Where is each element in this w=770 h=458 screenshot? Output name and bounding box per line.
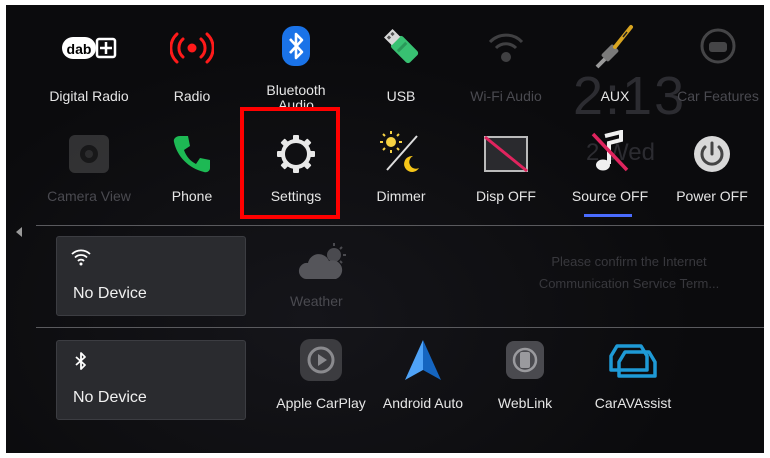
- head-unit-screen: 2:13 2 Wed Please confirm the Internet C…: [6, 5, 764, 453]
- wifi-device-widget[interactable]: No Device: [56, 236, 246, 316]
- display-off-icon: [458, 129, 554, 179]
- tile-car-features[interactable]: Car Features: [670, 11, 764, 104]
- bt-device-widget[interactable]: No Device: [56, 340, 246, 420]
- app-label: Apple CarPlay: [276, 395, 366, 411]
- source-selected-indicator: [584, 214, 632, 217]
- tile-power-off[interactable]: Power OFF: [664, 115, 760, 205]
- wifi-icon: [71, 247, 91, 267]
- weather-label[interactable]: Weather: [290, 293, 343, 309]
- wifi-audio-icon: [458, 23, 554, 73]
- camera-icon: [41, 129, 137, 179]
- tile-label: Radio: [173, 88, 211, 104]
- wifi-device-status: No Device: [73, 285, 147, 302]
- divider-lower: [36, 327, 764, 328]
- tile-wifi-audio[interactable]: Wi-Fi Audio: [458, 11, 554, 104]
- app-label: CarAVAssist: [594, 395, 672, 411]
- app-weblink[interactable]: WebLink: [470, 337, 580, 417]
- bt-device-status: No Device: [73, 389, 147, 406]
- usb-stick-icon: [353, 21, 449, 71]
- tile-label: Dimmer: [376, 188, 426, 204]
- tile-usb[interactable]: USB: [353, 11, 449, 104]
- dab-icon: dab: [41, 23, 137, 73]
- svg-text:dab: dab: [67, 41, 92, 57]
- app-apple-carplay[interactable]: Apple CarPlay: [266, 337, 376, 417]
- chevron-left-icon[interactable]: [16, 227, 22, 237]
- tile-dimmer[interactable]: Dimmer: [353, 115, 449, 205]
- settings-highlight-box: [240, 107, 340, 219]
- tile-digital-radio[interactable]: dab Digital Radio: [41, 11, 137, 104]
- divider-upper: [36, 225, 764, 226]
- tile-camera-view[interactable]: Camera View: [41, 115, 137, 205]
- tile-label: Power OFF: [676, 188, 748, 204]
- weblink-icon: [470, 337, 580, 383]
- tile-bluetooth-audio[interactable]: Bluetooth Audio: [248, 11, 344, 113]
- app-android-auto[interactable]: Android Auto: [368, 337, 478, 417]
- tile-radio[interactable]: Radio: [144, 11, 240, 104]
- dimmer-icon: [353, 127, 449, 177]
- tile-label: Car Features: [677, 88, 759, 104]
- tile-phone[interactable]: Phone: [144, 115, 240, 205]
- tile-label: Camera View: [47, 188, 131, 204]
- tile-source-off[interactable]: Source OFF: [562, 115, 658, 205]
- tile-label: Wi-Fi Audio: [470, 88, 542, 104]
- carplay-icon: [266, 337, 376, 383]
- tile-label: Digital Radio: [49, 88, 129, 104]
- radio-waves-icon: [144, 23, 240, 73]
- android-auto-icon: [368, 337, 478, 383]
- phone-icon: [144, 129, 240, 179]
- bluetooth-small-icon: [71, 351, 91, 371]
- aux-cable-icon: [567, 21, 663, 71]
- tile-label: Disp OFF: [476, 188, 536, 204]
- tile-label: Source OFF: [571, 188, 649, 204]
- bluetooth-icon: [248, 21, 344, 71]
- app-caravassist[interactable]: CarAVAssist: [578, 337, 688, 417]
- tile-disp-off[interactable]: Disp OFF: [458, 115, 554, 205]
- music-off-icon: [562, 127, 658, 177]
- internet-terms-notice[interactable]: Please confirm the Internet Communicatio…: [514, 251, 744, 295]
- tile-label: AUX: [600, 88, 630, 104]
- car-features-icon: [670, 21, 764, 71]
- tile-label: Phone: [171, 188, 213, 204]
- app-label: WebLink: [497, 395, 553, 411]
- caravassist-icon: [578, 337, 688, 383]
- app-label: Android Auto: [382, 395, 464, 411]
- weather-cloud-icon: [296, 243, 356, 287]
- tile-label: USB: [386, 88, 416, 104]
- tile-aux[interactable]: AUX: [567, 11, 663, 104]
- power-icon: [664, 129, 760, 179]
